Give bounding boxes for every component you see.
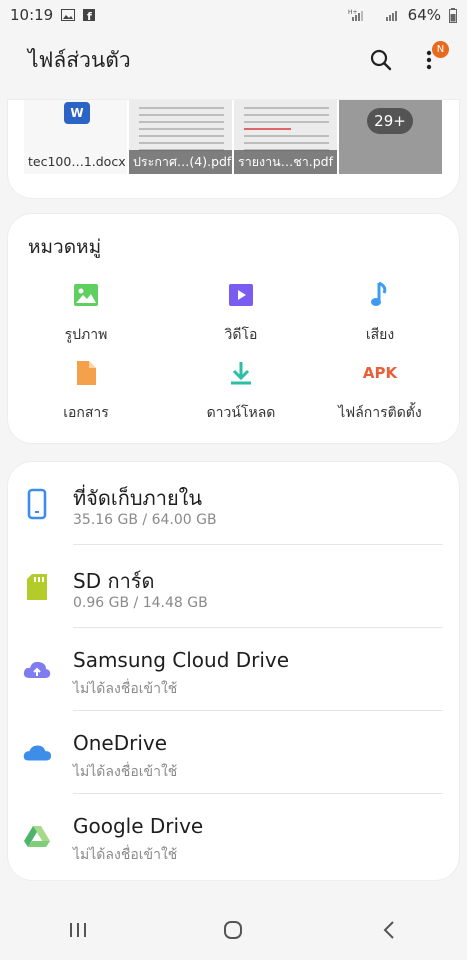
video-icon	[226, 280, 256, 310]
recent-files-list: W tec100…1.docx ประกาศ…(4).pdf รายงาน…ชา…	[24, 100, 442, 174]
category-label: เสียง	[365, 327, 395, 343]
more-vert-icon	[426, 50, 432, 70]
home-button[interactable]	[203, 910, 263, 950]
storage-google-drive[interactable]: Google Drive ไม่ได้ลงชื่อเข้าใช้	[8, 794, 459, 877]
category-downloads[interactable]: ดาวน์โหลด	[166, 358, 316, 424]
storage-usage: 35.16 GB / 64.00 GB	[73, 512, 217, 528]
storage-card: ที่จัดเก็บภายใน 35.16 GB / 64.00 GB SD ก…	[8, 462, 459, 880]
recent-file-thumb[interactable]: W tec100…1.docx	[24, 100, 127, 174]
categories-title: หมวดหมู่	[28, 236, 102, 258]
categories-card: หมวดหมู่ รูปภาพ วิดีโอ เสียง เอกสาร ดาวน…	[8, 214, 459, 443]
phone-icon	[22, 486, 52, 522]
gallery-notification-icon	[61, 9, 76, 21]
recent-file-thumb[interactable]: รายงาน…ชา.pdf	[234, 100, 337, 174]
svg-text:H+: H+	[348, 9, 358, 16]
status-bar: 10:19 f H+ 64%	[0, 0, 467, 30]
system-nav-bar	[0, 900, 467, 960]
category-label: ไฟล์การติดตั้ง	[338, 405, 422, 421]
storage-usage: 0.96 GB / 14.48 GB	[73, 595, 208, 611]
search-icon	[370, 49, 392, 71]
category-images[interactable]: รูปภาพ	[11, 280, 161, 346]
storage-samsung-cloud[interactable]: Samsung Cloud Drive ไม่ได้ลงชื่อเข้าใช้	[8, 628, 459, 711]
recent-file-thumb[interactable]: ประกาศ…(4).pdf	[129, 100, 232, 174]
storage-name: Google Drive	[73, 814, 204, 838]
recent-files-card: W tec100…1.docx ประกาศ…(4).pdf รายงาน…ชา…	[8, 100, 459, 198]
recent-apps-button[interactable]	[48, 910, 108, 950]
category-installation-files[interactable]: APK ไฟล์การติดตั้ง	[305, 358, 455, 424]
page-title: ไฟล์ส่วนตัว	[28, 47, 131, 72]
battery-percent: 64%	[407, 6, 441, 24]
storage-onedrive[interactable]: OneDrive ไม่ได้ลงชื่อเข้าใช้	[8, 711, 459, 794]
back-button[interactable]	[359, 910, 419, 950]
storage-status: ไม่ได้ลงชื่อเข้าใช้	[73, 764, 178, 780]
storage-status: ไม่ได้ลงชื่อเข้าใช้	[73, 681, 178, 697]
more-files-count: 29+	[367, 108, 413, 134]
svg-text:f: f	[87, 10, 92, 21]
category-label: ดาวน์โหลด	[206, 405, 276, 421]
google-drive-icon	[22, 818, 52, 854]
recent-file-name: tec100…1.docx	[24, 150, 127, 174]
word-icon: W	[64, 102, 90, 124]
recent-file-name: รายงาน…ชา.pdf	[234, 150, 337, 174]
music-icon	[365, 280, 395, 310]
storage-sd-card[interactable]: SD การ์ด 0.96 GB / 14.48 GB	[8, 545, 459, 628]
category-audio[interactable]: เสียง	[305, 280, 455, 346]
storage-name: ที่จัดเก็บภายใน	[73, 486, 203, 510]
more-options-button[interactable]: N	[416, 41, 449, 73]
recent-apps-icon	[69, 923, 86, 937]
document-icon	[71, 358, 101, 388]
onedrive-icon	[22, 735, 52, 771]
category-label: รูปภาพ	[64, 327, 108, 343]
battery-icon	[449, 7, 457, 23]
image-icon	[71, 280, 101, 310]
sd-card-icon	[22, 569, 52, 605]
screen: 10:19 f H+ 64% ไฟล์ส่วนตัว N W tec100…1.…	[0, 0, 467, 960]
facebook-notification-icon: f	[83, 9, 96, 21]
pdf-preview	[244, 102, 329, 156]
storage-name: OneDrive	[73, 731, 168, 755]
pdf-preview	[139, 102, 224, 156]
category-videos[interactable]: วิดีโอ	[166, 280, 316, 346]
category-documents[interactable]: เอกสาร	[11, 358, 161, 424]
more-recent-files[interactable]: 29+	[339, 100, 442, 174]
back-icon	[383, 921, 394, 939]
mobile-data-icon: H+	[348, 8, 378, 22]
apk-icon: APK	[362, 364, 398, 382]
storage-status: ไม่ได้ลงชื่อเข้าใช้	[73, 847, 178, 863]
signal-icon	[385, 8, 400, 22]
storage-internal[interactable]: ที่จัดเก็บภายใน 35.16 GB / 64.00 GB	[8, 462, 459, 545]
storage-name: SD การ์ด	[73, 569, 155, 593]
category-label: เอกสาร	[63, 405, 109, 421]
home-icon	[224, 921, 243, 939]
category-label: วิดีโอ	[224, 327, 258, 343]
storage-name: Samsung Cloud Drive	[73, 648, 290, 672]
samsung-cloud-icon	[22, 652, 52, 688]
download-icon	[226, 358, 256, 388]
status-time: 10:19	[10, 6, 54, 24]
recent-file-name: ประกาศ…(4).pdf	[129, 150, 232, 174]
search-button[interactable]	[368, 47, 394, 73]
app-bar: ไฟล์ส่วนตัว N	[0, 36, 467, 84]
notification-badge: N	[432, 41, 449, 58]
